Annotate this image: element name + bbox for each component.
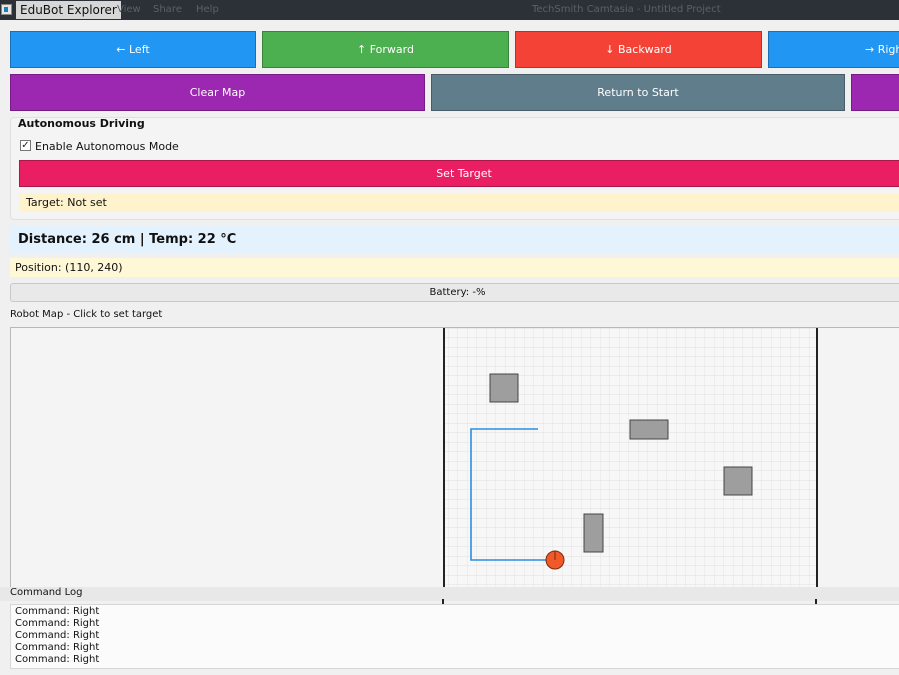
target-status: Target: Not set: [19, 193, 899, 212]
log-entry: Command: Right: [15, 654, 100, 665]
log-entry: Command: Right: [15, 642, 100, 653]
autonomous-checkbox[interactable]: ✓: [20, 140, 31, 151]
forward-button[interactable]: ↑ Forward: [262, 31, 509, 68]
menu-share[interactable]: Share: [153, 2, 182, 18]
set-target-button[interactable]: Set Target: [19, 160, 899, 187]
right-button[interactable]: → Right: [768, 31, 899, 68]
obstacle: [629, 419, 669, 440]
position-readout: Position: (110, 240): [10, 258, 899, 277]
obstacle: [489, 373, 519, 403]
return-to-start-button[interactable]: Return to Start: [431, 74, 845, 111]
command-log-label: Command Log: [10, 587, 83, 598]
menu-help[interactable]: Help: [196, 2, 219, 18]
autonomous-checkbox-label[interactable]: Enable Autonomous Mode: [35, 140, 179, 153]
window-title: EduBot Explorer: [16, 1, 121, 19]
log-entry: Command: Right: [15, 630, 100, 641]
extra-action-button[interactable]: [851, 74, 899, 111]
autonomous-heading: Autonomous Driving: [18, 117, 145, 130]
battery-label: Battery: -%: [429, 287, 486, 298]
obstacle: [723, 466, 753, 496]
menu-view[interactable]: View: [117, 2, 141, 18]
command-log[interactable]: Command: Right Command: Right Command: R…: [10, 604, 899, 669]
robot-map[interactable]: [10, 327, 899, 589]
map-grid: [444, 328, 817, 588]
command-log-header: [0, 587, 899, 601]
map-label: Robot Map - Click to set target: [10, 309, 163, 320]
left-button[interactable]: ← Left: [10, 31, 256, 68]
clear-map-button[interactable]: Clear Map: [10, 74, 425, 111]
backward-button[interactable]: ↓ Backward: [515, 31, 762, 68]
sensor-readout: Distance: 26 cm | Temp: 22 °C: [10, 226, 899, 254]
background-window-title: TechSmith Camtasia - Untitled Project: [532, 4, 721, 15]
map-canvas[interactable]: [11, 328, 899, 589]
obstacle: [583, 513, 604, 553]
app-icon: [1, 4, 12, 15]
battery-bar: Battery: -%: [10, 283, 899, 302]
log-entry: Command: Right: [15, 606, 100, 617]
log-entry: Command: Right: [15, 618, 100, 629]
